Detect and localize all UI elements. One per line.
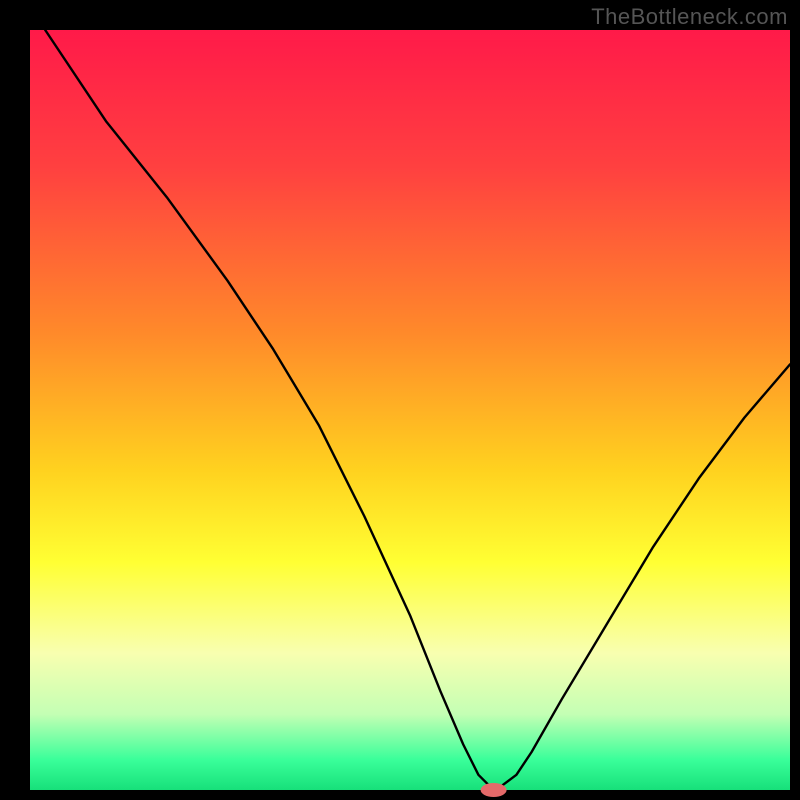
- plot-background: [30, 30, 790, 790]
- optimal-point: [481, 783, 507, 797]
- watermark-text: TheBottleneck.com: [591, 4, 788, 30]
- bottleneck-chart: [0, 0, 800, 800]
- chart-frame: TheBottleneck.com: [0, 0, 800, 800]
